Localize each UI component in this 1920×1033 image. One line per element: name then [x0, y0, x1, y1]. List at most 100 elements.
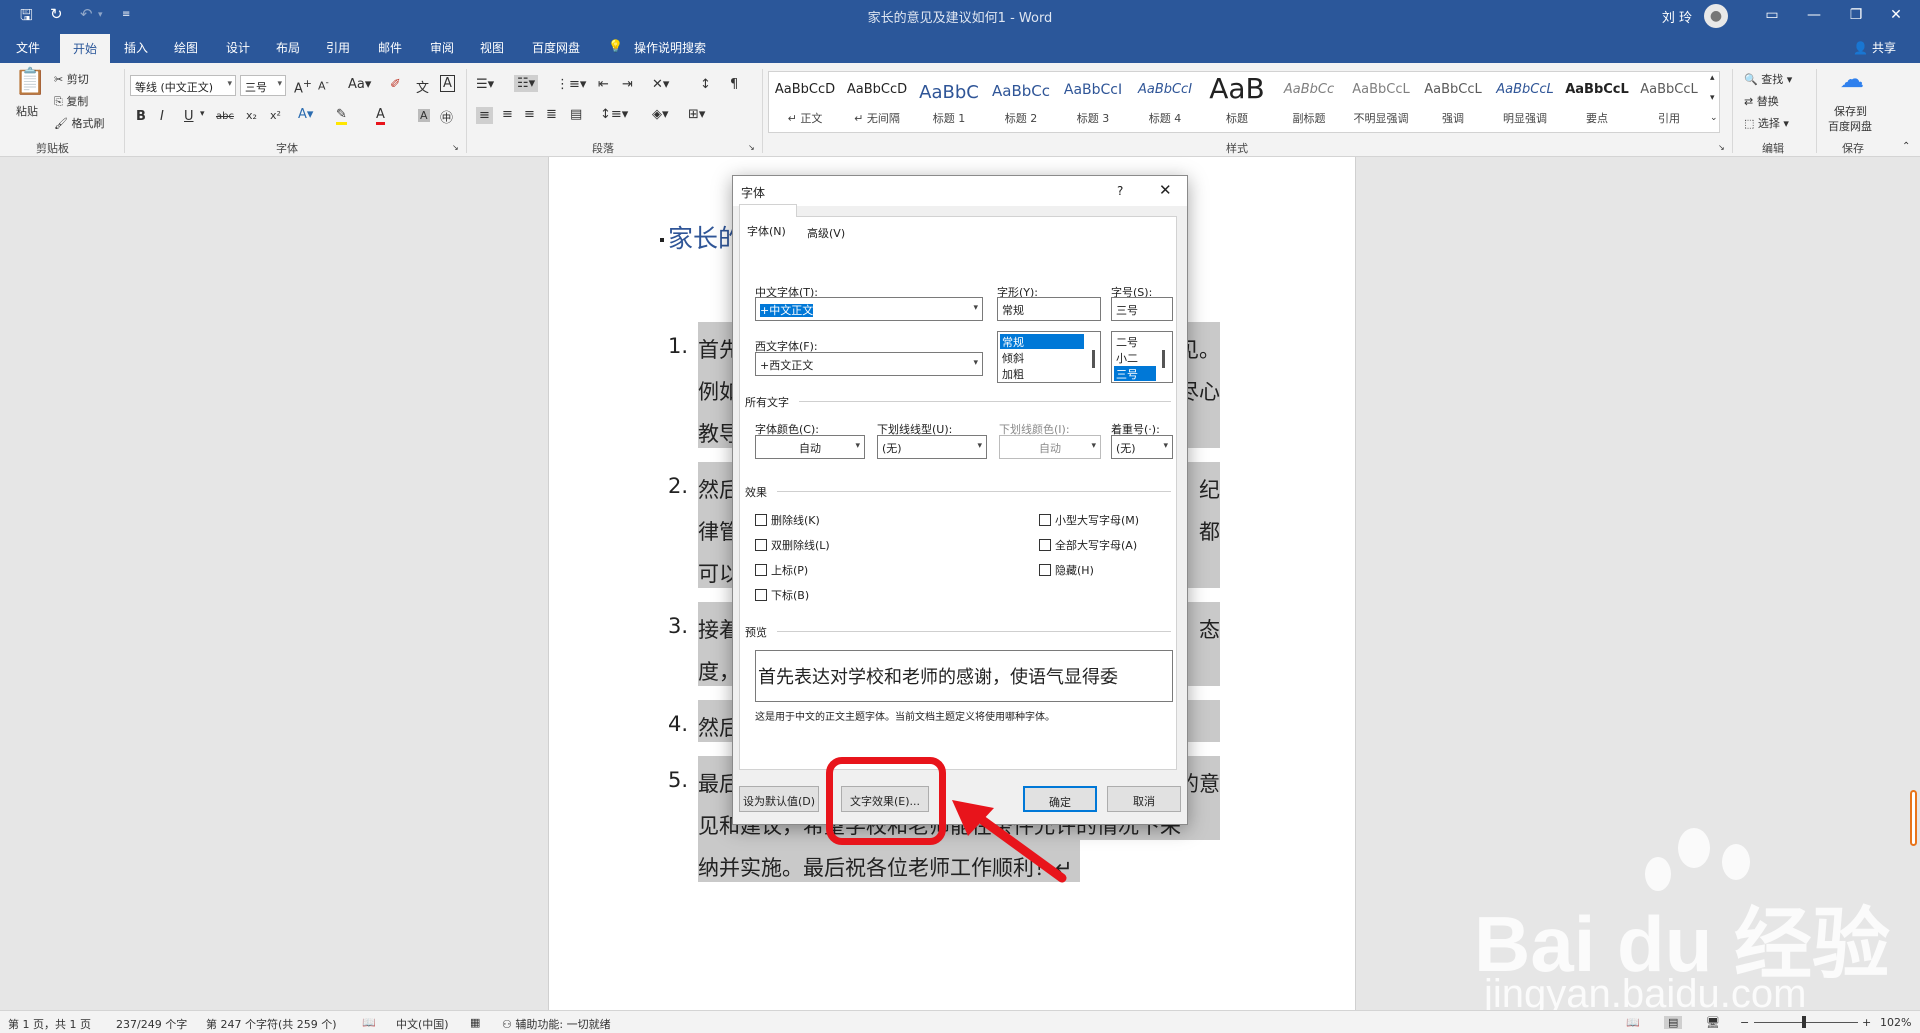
font-dialog-launcher-icon[interactable]: ↘ — [452, 143, 459, 152]
zoom-slider-thumb[interactable] — [1802, 1016, 1806, 1028]
minimize-icon[interactable]: — — [1794, 3, 1834, 27]
ribbon-display-icon[interactable]: ▭ — [1752, 3, 1792, 27]
char-count[interactable]: 第 247 个字符(共 259 个) — [206, 1016, 337, 1032]
close-icon[interactable]: ✕ — [1159, 181, 1172, 199]
size-option[interactable]: 二号 — [1114, 334, 1156, 349]
accessibility-status[interactable]: ⚇ 辅助功能: 一切就绪 — [502, 1016, 611, 1032]
zoom-in-icon[interactable]: + — [1862, 1016, 1871, 1029]
zoom-slider-track[interactable] — [1754, 1022, 1858, 1023]
paste-icon[interactable]: 📋 — [14, 67, 46, 97]
tab-file[interactable]: 文件 — [16, 39, 40, 56]
copy-button[interactable]: ⎘ 复制 — [54, 93, 88, 109]
distributed-icon[interactable]: ▤ — [570, 107, 582, 122]
format-painter-button[interactable]: 🖌 格式刷 — [54, 115, 104, 131]
underline-dropdown-icon[interactable]: ▾ — [200, 109, 205, 119]
emphasis-dropdown[interactable]: (无) ▾ — [1111, 435, 1173, 459]
find-button[interactable]: 🔍 查找 ▾ — [1744, 71, 1792, 87]
collapse-ribbon-icon[interactable]: ⌃ — [1902, 141, 1910, 152]
cancel-button[interactable]: 取消 — [1107, 786, 1181, 812]
bold-icon[interactable]: B — [136, 109, 146, 124]
style-item[interactable]: AaBbCcI 标题 4 — [1129, 72, 1201, 132]
change-case-icon[interactable]: Aa▾ — [348, 77, 371, 92]
tab-design[interactable]: 设计 — [226, 39, 250, 56]
proofing-icon[interactable]: 📖 — [362, 1016, 376, 1029]
text-effects-icon[interactable]: A▾ — [298, 107, 313, 122]
user-name[interactable]: 刘 玲 — [1662, 7, 1692, 26]
double-strikethrough-checkbox[interactable]: 双删除线(L) — [755, 537, 830, 553]
baidu-netdisk-icon[interactable]: ☁ — [1840, 65, 1864, 93]
superscript-icon[interactable]: x² — [270, 109, 281, 122]
size-option[interactable]: 三号 — [1114, 366, 1156, 381]
cut-button[interactable]: ✂ 剪切 — [54, 71, 89, 87]
tab-layout[interactable]: 布局 — [276, 39, 300, 56]
size-field[interactable]: 三号 — [1111, 297, 1173, 321]
tab-view[interactable]: 视图 — [480, 39, 504, 56]
multilevel-list-icon[interactable]: ⋮≡▾ — [556, 77, 586, 92]
select-button[interactable]: ⬚ 选择 ▾ — [1744, 115, 1789, 131]
macro-icon[interactable]: ▦ — [470, 1016, 480, 1029]
language[interactable]: 中文(中国) — [396, 1016, 449, 1032]
enclose-char-icon[interactable]: ㊥ — [440, 107, 453, 126]
sort-icon[interactable]: ↕ — [700, 77, 711, 92]
restore-icon[interactable]: ❐ — [1836, 3, 1876, 27]
shading-icon[interactable]: ◈▾ — [652, 107, 669, 122]
show-marks-icon[interactable]: ¶ — [730, 77, 738, 92]
style-item[interactable]: AaBbCc 标题 2 — [985, 72, 1057, 132]
borders-icon[interactable]: ⊞▾ — [688, 107, 705, 122]
word-count[interactable]: 237/249 个字 — [116, 1016, 187, 1032]
tab-baidu-netdisk[interactable]: 百度网盘 — [532, 39, 580, 56]
replace-button[interactable]: ⇄ 替换 — [1744, 93, 1779, 109]
style-item[interactable]: AaBbCcL 要点 — [1561, 72, 1633, 132]
all-caps-checkbox[interactable]: 全部大写字母(A) — [1039, 537, 1137, 553]
read-mode-icon[interactable]: 📖 — [1626, 1016, 1640, 1029]
style-option[interactable]: 加粗 — [1000, 366, 1084, 381]
styles-dialog-launcher-icon[interactable]: ↘ — [1718, 143, 1725, 152]
font-color-dropdown[interactable]: 自动 ▾ — [755, 435, 865, 459]
paragraph-dialog-launcher-icon[interactable]: ↘ — [748, 143, 755, 152]
underline-color-dropdown[interactable]: 自动 ▾ — [999, 435, 1101, 459]
gallery-more-icon[interactable]: ⌄ — [1710, 113, 1718, 123]
style-item[interactable]: AaBbCcL 强调 — [1417, 72, 1489, 132]
size-option[interactable]: 小二 — [1114, 350, 1156, 365]
small-caps-checkbox[interactable]: 小型大写字母(M) — [1039, 512, 1139, 528]
style-item[interactable]: AaBbC 标题 1 — [913, 72, 985, 132]
style-item[interactable]: AaBbCc 副标题 — [1273, 72, 1345, 132]
style-item[interactable]: AaBbCcL 明显强调 — [1489, 72, 1561, 132]
tab-review[interactable]: 审阅 — [430, 39, 454, 56]
western-font-field[interactable]: +西文正文 ▾ — [755, 352, 983, 376]
grow-font-icon[interactable]: A+ — [294, 77, 312, 96]
tab-home[interactable]: 开始 — [60, 34, 110, 63]
numbering-icon[interactable]: ☷▾ — [514, 75, 539, 92]
font-name-combo[interactable]: 等线 (中文正文) ▾ — [130, 75, 236, 96]
align-center-icon[interactable]: ≡ — [502, 107, 513, 122]
tab-font[interactable]: 字体(N) — [747, 223, 786, 239]
share-button[interactable]: 👤 共享 — [1853, 39, 1896, 56]
italic-icon[interactable]: I — [160, 109, 164, 124]
style-listbox[interactable]: 常规 倾斜 加粗 — [997, 331, 1101, 383]
document-text-line-end[interactable]: 态 — [1199, 614, 1220, 644]
style-option[interactable]: 倾斜 — [1000, 350, 1084, 365]
size-listbox[interactable]: 二号 小二 三号 — [1111, 331, 1173, 383]
subscript-icon[interactable]: x₂ — [246, 109, 257, 122]
tab-references[interactable]: 引用 — [326, 39, 350, 56]
char-shading-icon[interactable]: A — [418, 109, 430, 122]
strikethrough-icon[interactable]: abc — [216, 111, 234, 122]
style-item[interactable]: AaB 标题 — [1201, 72, 1273, 132]
tab-advanced[interactable]: 高级(V) — [807, 225, 845, 241]
close-icon[interactable]: ✕ — [1876, 3, 1916, 27]
tell-me-search[interactable]: 操作说明搜索 — [634, 39, 706, 56]
decrease-indent-icon[interactable]: ⇤ — [598, 77, 609, 92]
shrink-font-icon[interactable]: A- — [318, 77, 329, 93]
page-count[interactable]: 第 1 页，共 1 页 — [8, 1016, 91, 1032]
gallery-down-icon[interactable]: ▾ — [1710, 93, 1715, 103]
paste-button[interactable]: 粘贴 — [16, 103, 38, 119]
clear-formatting-icon[interactable]: ✐ — [390, 77, 401, 92]
set-default-button[interactable]: 设为默认值(D) — [739, 786, 819, 812]
scrollbar-thumb[interactable] — [1092, 350, 1095, 368]
style-option[interactable]: 常规 — [1000, 334, 1084, 349]
tab-draw[interactable]: 绘图 — [174, 39, 198, 56]
help-icon[interactable]: ? — [1117, 184, 1123, 198]
strikethrough-checkbox[interactable]: 删除线(K) — [755, 512, 820, 528]
vertical-scrollbar-thumb[interactable] — [1910, 790, 1917, 846]
increase-indent-icon[interactable]: ⇥ — [622, 77, 633, 92]
